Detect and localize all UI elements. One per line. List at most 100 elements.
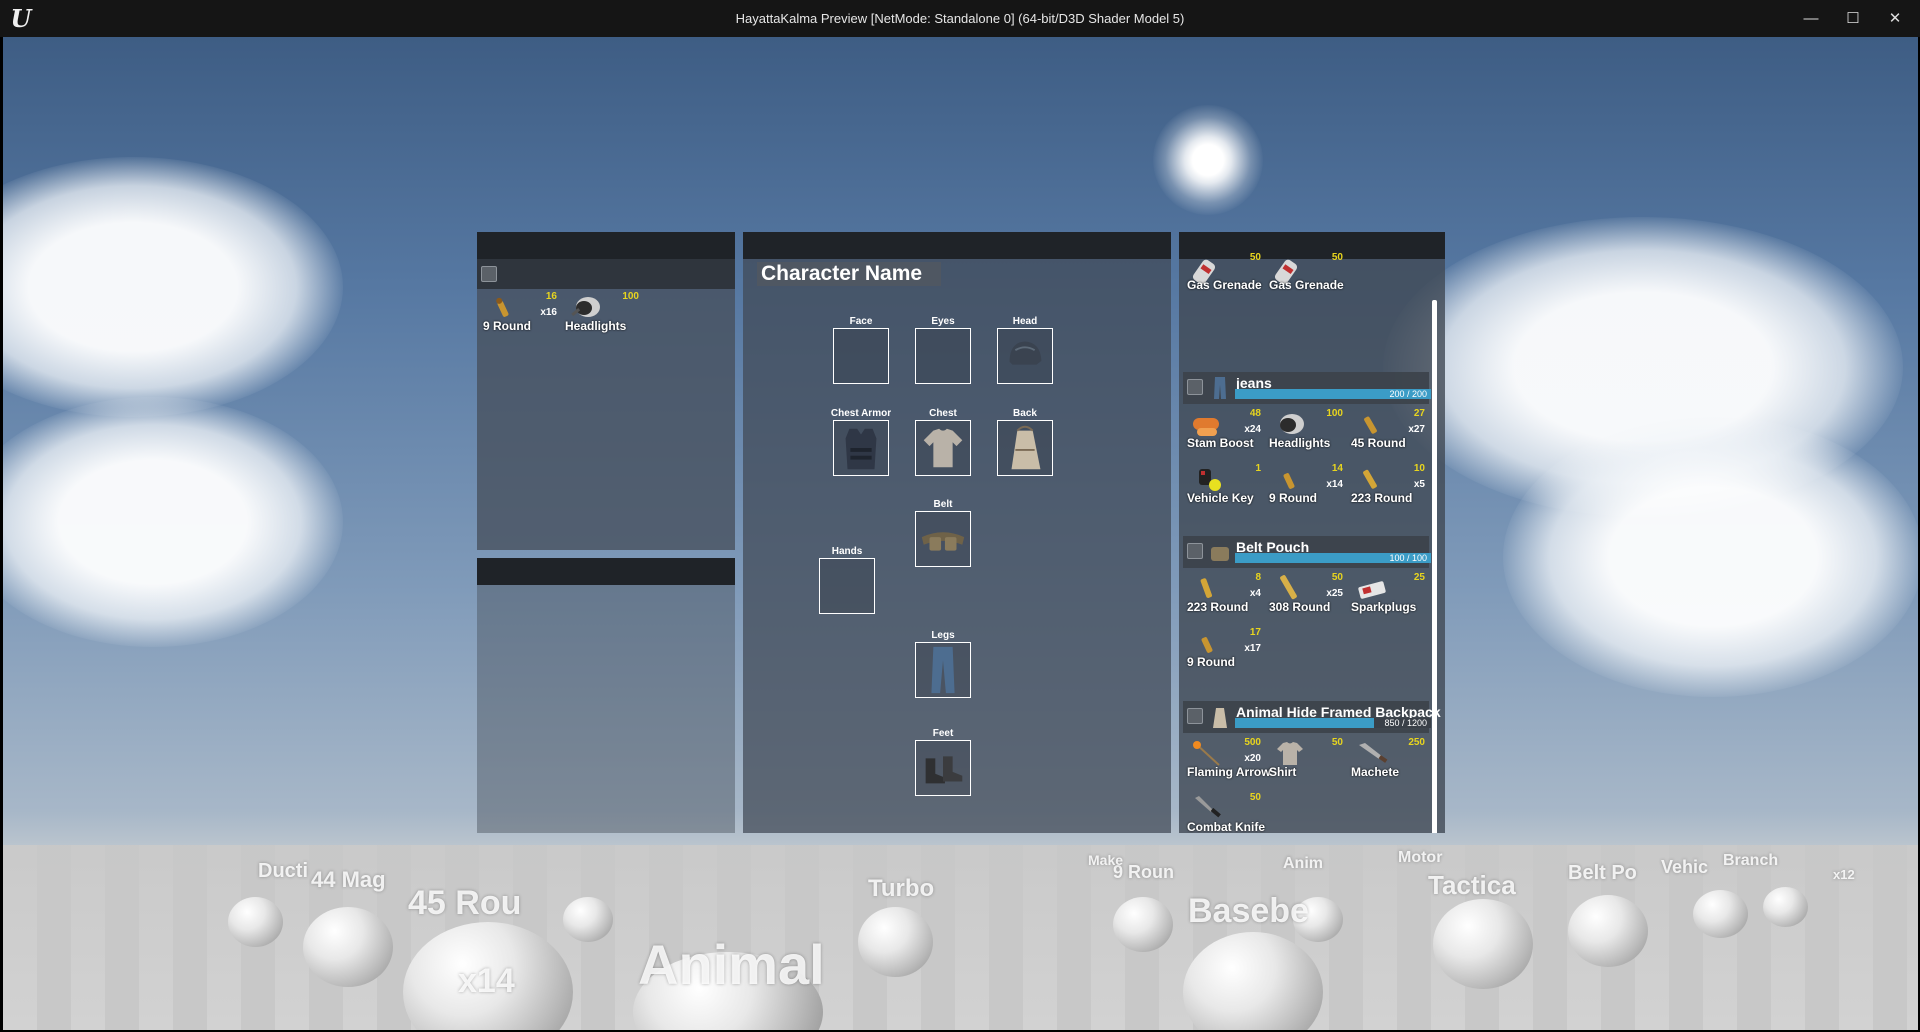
item-value: 27: [1413, 408, 1425, 419]
container-checkbox[interactable]: [1187, 379, 1203, 395]
backpack-icon: [1011, 425, 1041, 470]
world-pickup[interactable]: [228, 897, 283, 947]
inventory-panel[interactable]: 50 Gas Grenade 50 Gas Grenade jeans 200 …: [1179, 232, 1445, 833]
maximize-button[interactable]: ☐: [1832, 0, 1874, 37]
world-label: Motor: [1398, 849, 1443, 866]
item-tile[interactable]: 100 Headlights: [1265, 406, 1345, 458]
item-name: 9 Round: [1187, 655, 1235, 669]
item-quantity: x25: [1326, 588, 1343, 599]
item-tile[interactable]: 27 x27 45 Round: [1347, 406, 1427, 458]
slot-chest[interactable]: [915, 420, 971, 476]
item-tile[interactable]: 50 Gas Grenade: [1183, 252, 1263, 306]
item-tile[interactable]: 50 Gas Grenade: [1265, 252, 1345, 306]
item-tile[interactable]: 50 Combat Knife: [1183, 790, 1265, 833]
world-label: 45 Rou: [408, 884, 522, 922]
item-tile[interactable]: 250 Machete: [1347, 735, 1427, 787]
world-label: 44 Mag: [311, 867, 386, 892]
container-checkbox[interactable]: [1187, 708, 1203, 724]
item-quantity: x17: [1244, 643, 1261, 654]
world-pickup[interactable]: [1433, 899, 1533, 989]
item-tile[interactable]: 25 Sparkplugs: [1347, 570, 1427, 622]
secondary-container-panel: [477, 558, 735, 833]
capacity-bar: 200 / 200: [1235, 389, 1431, 399]
backpack-icon: [1213, 708, 1227, 728]
slot-label: Eyes: [931, 316, 955, 327]
slot-hands[interactable]: [819, 558, 875, 614]
item-tile[interactable]: 50 Shirt: [1265, 735, 1345, 787]
slot-label: Chest: [929, 408, 957, 419]
item-name: 223 Round: [1351, 491, 1413, 505]
world-pickup[interactable]: [858, 907, 933, 977]
item-value: 10: [1413, 463, 1425, 474]
panel-header: [477, 232, 735, 259]
cloud: [3, 397, 343, 647]
item-value: 50: [1249, 792, 1261, 803]
item-name: 9 Round: [483, 319, 531, 333]
item-tile[interactable]: 50 x25 308 Round: [1265, 570, 1345, 622]
item-value: 50: [1331, 572, 1343, 583]
slot-eyes[interactable]: [915, 328, 971, 384]
headlights-icon: [1280, 414, 1304, 434]
game-viewport[interactable]: Animal 45 Rou x14 Basebe Tactica Turbo 4…: [3, 37, 1918, 1030]
item-tile[interactable]: 48 x24 Stam Boost: [1183, 406, 1263, 458]
container-header-backpack[interactable]: Animal Hide Framed Backpack 850 / 1200: [1183, 701, 1441, 733]
world-pickup[interactable]: [1568, 895, 1648, 967]
slot-chest-armor[interactable]: [833, 420, 889, 476]
item-name: Machete: [1351, 765, 1400, 779]
container-checkbox[interactable]: [1187, 543, 1203, 559]
item-name: Stam Boost: [1187, 436, 1254, 450]
item-quantity: x5: [1413, 479, 1425, 490]
item-value: 250: [1408, 737, 1425, 748]
shirt-icon: [1277, 742, 1303, 765]
close-button[interactable]: ✕: [1874, 0, 1916, 37]
bullet-icon: [496, 297, 509, 317]
slot-feet[interactable]: [915, 740, 971, 796]
item-name: Gas Grenade: [1187, 278, 1262, 292]
minimize-button[interactable]: —: [1790, 0, 1832, 37]
world-pickup[interactable]: [1763, 887, 1808, 927]
container-header-belt-pouch[interactable]: Belt Pouch 100 / 100: [1183, 536, 1431, 568]
item-name: Flaming Arrow: [1187, 765, 1271, 779]
panel-header: [477, 558, 735, 585]
vehicle-key-icon: [1199, 469, 1221, 491]
panel-header: [743, 232, 1171, 259]
item-tile[interactable]: 1 Vehicle Key: [1183, 461, 1263, 513]
world-label: Basebe: [1188, 892, 1309, 930]
bullet-icon: [1363, 469, 1377, 489]
item-value: 14: [1331, 463, 1343, 474]
item-name: 45 Round: [1351, 436, 1406, 450]
slot-head[interactable]: [997, 328, 1053, 384]
container-header-jeans[interactable]: jeans 200 / 200: [1183, 372, 1431, 404]
character-panel: Character Name Face Eyes Head Chest Armo…: [743, 232, 1171, 833]
capacity-text: 850 / 1200: [1384, 718, 1427, 728]
world-pickup[interactable]: [1113, 897, 1173, 952]
container-checkbox[interactable]: [481, 266, 497, 282]
item-tile[interactable]: 8 x4 223 Round: [1183, 570, 1263, 622]
ground-container-panel: 16 x16 9 Round 100 Headlights: [477, 232, 735, 550]
world-label: Branch: [1723, 852, 1779, 869]
item-value: 500: [1244, 737, 1261, 748]
bullet-icon: [1201, 637, 1213, 653]
slot-belt[interactable]: [915, 511, 971, 567]
sun: [1153, 105, 1263, 215]
slot-back[interactable]: [997, 420, 1053, 476]
bullet-icon: [1283, 473, 1295, 489]
world-pickup[interactable]: [563, 897, 613, 942]
world-label: x12: [1833, 867, 1855, 882]
slot-face[interactable]: [833, 328, 889, 384]
window-title: HayattaKalma Preview [NetMode: Standalon…: [735, 11, 1185, 26]
item-tile[interactable]: 17 x17 9 Round: [1183, 625, 1263, 677]
item-tile[interactable]: 100 Headlights: [561, 289, 641, 341]
item-value: 50: [1331, 737, 1343, 748]
world-pickup[interactable]: [1693, 890, 1748, 938]
item-tile[interactable]: 10 x5 223 Round: [1347, 461, 1427, 513]
item-tile[interactable]: 16 x16 9 Round: [479, 289, 559, 341]
world-label: Tactica: [1428, 870, 1516, 900]
world-pickup[interactable]: [303, 907, 393, 987]
slot-legs[interactable]: [915, 642, 971, 698]
item-tile[interactable]: 14 x14 9 Round: [1265, 461, 1345, 513]
item-tile[interactable]: 500 x20 Flaming Arrow: [1183, 735, 1271, 787]
inventory-scrollbar[interactable]: [1432, 300, 1437, 833]
item-name: 9 Round: [1269, 491, 1317, 505]
jeans-icon: [931, 646, 955, 694]
